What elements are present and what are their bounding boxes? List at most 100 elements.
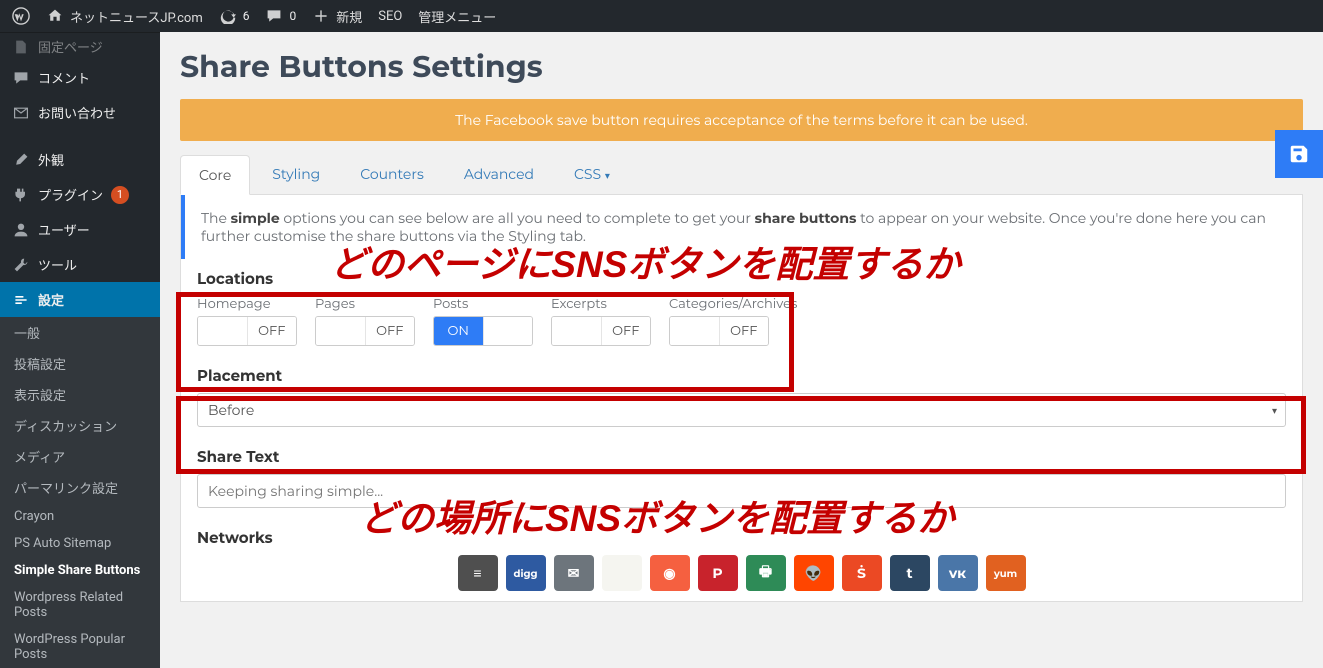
location-toggle[interactable]: OFF [551,316,651,346]
network-stumble-icon[interactable]: Ṡ [842,555,882,591]
sidebar-sub-item[interactable]: ディスカッション [0,410,160,441]
sidebar-item-users[interactable]: ユーザー [0,212,160,247]
sidebar-sub-item[interactable]: メディア [0,441,160,472]
sliders-icon [12,291,30,309]
sidebar-sub-item[interactable]: WordPress Popular Posts [0,626,160,668]
wrench-icon [12,256,30,274]
sidebar-sub-item[interactable]: PS Auto Sitemap [0,530,160,557]
share-text-input[interactable] [197,474,1286,508]
sidebar-item-comments[interactable]: コメント [0,60,160,95]
manage-link[interactable]: 管理メニュー [410,0,504,32]
help-span: options you can see below are all you ne… [280,209,755,227]
tab-counters[interactable]: Counters [342,155,442,194]
sidebar-item-tools[interactable]: ツール [0,247,160,282]
help-text: The simple options you can see below are… [181,195,1302,259]
wordpress-icon [12,7,30,25]
tab-core[interactable]: Core [180,155,250,195]
location-toggle[interactable]: OFF [315,316,415,346]
sidebar-sub-item[interactable]: Wordpress Related Posts [0,584,160,626]
location-label: Posts [433,296,533,312]
network-flipboard-icon[interactable]: ◉ [650,555,690,591]
plus-icon [312,7,330,25]
toggle-on [552,317,601,345]
network-reddit-icon[interactable]: 👽 [794,555,834,591]
tab-css[interactable]: CSS ▾ [556,155,628,194]
toggle-off [483,317,533,345]
network-email-icon[interactable]: ✉ [554,555,594,591]
sidebar-item-pages[interactable]: 固定ページ [0,32,160,60]
home-icon [46,7,64,25]
wp-adminbar: ネットニュースJP.com 6 0 新規 SEO 管理メニュー [0,0,1323,32]
brush-icon [12,151,30,169]
save-button[interactable] [1275,130,1323,178]
plug-icon [12,186,30,204]
comments-link[interactable]: 0 [257,0,304,32]
mail-icon [12,104,30,122]
toggle-on [316,317,365,345]
sidebar-sub-item[interactable]: Simple Share Buttons [0,557,160,584]
locations-heading: Locations [197,269,1286,288]
networks-heading: Networks [197,528,1286,547]
updates-link[interactable]: 6 [211,0,258,32]
seo-link[interactable]: SEO [370,0,410,32]
sidebar-sub-item[interactable]: Crayon [0,503,160,530]
sidebar-item-appearance[interactable]: 外観 [0,142,160,177]
sidebar-label: 固定ページ [38,37,103,56]
site-home-link[interactable]: ネットニュースJP.com [38,0,211,32]
location-item: Pages OFF [315,296,415,346]
network-print-icon[interactable]: 🖶 [746,555,786,591]
sidebar-item-settings[interactable]: 設定 [0,282,160,317]
share-text-heading: Share Text [197,447,1286,466]
network-vk-icon[interactable]: vк [938,555,978,591]
placement-select[interactable]: Before [197,393,1286,427]
settings-tabs: CoreStylingCountersAdvancedCSS ▾ [180,155,1303,195]
wp-logo[interactable] [4,0,38,32]
facebook-notice: The Facebook save button requires accept… [180,99,1303,141]
location-label: Categories/Archives [669,296,797,312]
sidebar-sub-item[interactable]: 表示設定 [0,379,160,410]
location-item: HomepageOFF [197,296,297,346]
wp-sidebar: 固定ページ コメント お問い合わせ 外観 プラグイン1 ユーザー ツール 設定 … [0,32,160,624]
network-buffer-icon[interactable]: ≡ [458,555,498,591]
new-link[interactable]: 新規 [304,0,370,32]
save-icon [1288,143,1310,165]
location-toggle[interactable]: OFF [197,316,297,346]
page-title: Share Buttons Settings [180,48,1303,85]
location-toggle[interactable]: ON [433,316,533,346]
seo-label: SEO [378,9,402,24]
network-pinterest-icon[interactable]: P [698,555,738,591]
comment-icon [265,7,283,25]
network-tumblr-icon[interactable]: t [890,555,930,591]
comment-icon [12,69,30,87]
location-label: Pages [315,296,415,312]
network-digg-icon[interactable]: digg [506,555,546,591]
network-flattr-icon[interactable] [602,555,642,591]
sidebar-item-plugins[interactable]: プラグイン1 [0,177,160,212]
placement-section: Placement Before [181,366,1302,437]
main-content: Share Buttons Settings The Facebook save… [160,32,1323,624]
sidebar-sub-item[interactable]: パーマリンク設定 [0,472,160,503]
toggle-off: OFF [719,317,769,345]
sidebar-item-contact[interactable]: お問い合わせ [0,95,160,130]
sidebar-sub-item[interactable]: 投稿設定 [0,348,160,379]
sidebar-sub-item[interactable]: 一般 [0,317,160,348]
comments-count: 0 [289,9,296,23]
sidebar-submenu: 一般投稿設定表示設定ディスカッションメディアパーマリンク設定CrayonPS A… [0,317,160,668]
locations-row: HomepageOFFPagesOFFPostsONExcerptsOFFCat… [197,296,1286,346]
location-toggle[interactable]: OFF [669,316,769,346]
site-name: ネットニュースJP.com [70,7,203,26]
network-yummly-icon[interactable]: yum [986,555,1026,591]
tab-advanced[interactable]: Advanced [446,155,552,194]
toggle-on: ON [434,317,483,345]
plugin-badge: 1 [111,186,129,204]
toggle-off: OFF [247,317,297,345]
locations-section: Locations HomepageOFFPagesOFFPostsONExce… [181,269,1302,356]
new-label: 新規 [336,7,362,26]
location-item: Categories/Archives OFF [669,296,797,346]
user-icon [12,221,30,239]
help-strong: share buttons [755,209,857,227]
location-item: Posts ON [433,296,533,346]
toggle-off: OFF [365,317,415,345]
networks-section: Networks ≡digg✉ ◉P🖶👽Ṡtvкyum [181,528,1302,601]
tab-styling[interactable]: Styling [254,155,338,194]
